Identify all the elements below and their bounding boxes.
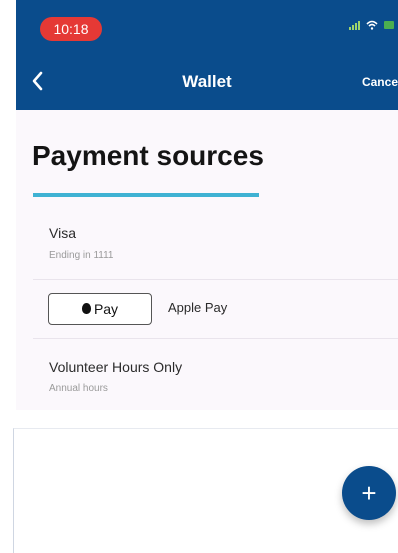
status-icons xyxy=(349,20,394,30)
visa-source-subtitle: Ending in 1111 xyxy=(49,250,114,261)
plus-icon: + xyxy=(361,477,377,508)
signal-icon xyxy=(349,20,360,30)
battery-icon xyxy=(384,21,394,29)
volunteer-hours-subtitle: Annual hours xyxy=(49,383,108,394)
apple-pay-badge[interactable]: Pay xyxy=(48,293,152,325)
cancel-button[interactable]: Cance xyxy=(362,75,398,89)
title-underline xyxy=(33,193,259,197)
app-header: 10:18 Wallet Cance xyxy=(16,0,398,110)
visa-source-title[interactable]: Visa xyxy=(49,225,76,241)
apple-logo-icon xyxy=(81,302,91,314)
status-time: 10:18 xyxy=(40,17,102,41)
apple-pay-label[interactable]: Apple Pay xyxy=(168,300,227,315)
nav-title: Wallet xyxy=(182,72,232,91)
page-title: Payment sources xyxy=(32,140,264,171)
add-payment-button[interactable]: + xyxy=(342,466,396,520)
apple-pay-badge-text: Pay xyxy=(93,301,119,317)
row-divider xyxy=(33,338,398,339)
wifi-icon xyxy=(366,20,378,30)
lower-panel xyxy=(13,428,398,553)
row-divider xyxy=(33,279,398,280)
volunteer-hours-title[interactable]: Volunteer Hours Only xyxy=(49,359,182,375)
